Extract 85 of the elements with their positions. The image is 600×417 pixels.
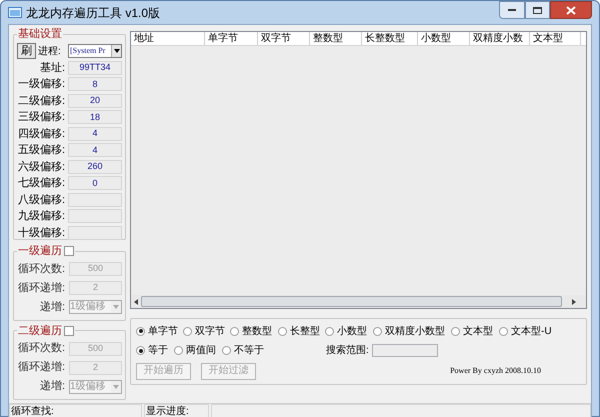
radio-button[interactable] <box>136 326 145 336</box>
group-title: 基础设置 <box>17 27 63 42</box>
field-label: 七级偏移: <box>17 176 65 191</box>
value-field[interactable]: 260 <box>68 160 122 174</box>
dropdown-value: [System Pr <box>69 47 106 55</box>
field-label: 基址: <box>38 60 65 76</box>
value-field[interactable]: 0 <box>68 176 122 190</box>
value-field[interactable]: 18 <box>68 110 122 124</box>
status-field: 显示进度: <box>144 404 209 417</box>
value-field[interactable] <box>68 209 122 224</box>
radio-label: 等于 <box>148 344 168 358</box>
field-label: 循环次数: <box>17 262 65 277</box>
app-icon <box>8 6 22 18</box>
dropdown-value: 1级偏移 <box>70 302 107 312</box>
radio-button[interactable] <box>451 326 460 336</box>
group-title: 一级遍历 <box>18 244 62 259</box>
field-label: 九级偏移: <box>17 209 65 224</box>
close-button[interactable] <box>550 1 592 19</box>
column-header[interactable]: 双字节 <box>258 32 310 45</box>
radio-label: 文本型-U <box>511 324 552 338</box>
minimize-button[interactable] <box>499 1 525 19</box>
field-label: 十级偏移: <box>17 226 65 240</box>
value-field[interactable] <box>68 192 122 207</box>
dropdown-value: 1级偏移 <box>70 382 107 392</box>
credit-text: Power By cxyzh 2008.10.10 <box>450 365 541 377</box>
radio-button[interactable] <box>325 326 334 336</box>
radio-label: 单字节 <box>148 324 178 338</box>
range-label: 搜索范围: <box>326 344 369 358</box>
group-title: 二级遍历 <box>18 324 62 338</box>
field-label: 循环次数: <box>17 341 65 356</box>
field-label: 二级偏移: <box>17 94 65 108</box>
field-label: 八级偏移: <box>17 192 65 208</box>
value-field[interactable]: 4 <box>68 126 122 141</box>
radio-label: 长整型 <box>290 324 320 338</box>
field-label: 循环递增: <box>17 360 65 376</box>
field-label: 递增: <box>38 378 65 394</box>
caret-icon <box>111 45 121 57</box>
radio-button[interactable] <box>230 326 239 336</box>
radio-label: 小数型 <box>337 324 367 338</box>
caret-icon <box>111 301 121 313</box>
range-field[interactable] <box>372 344 438 357</box>
column-header[interactable]: 单字节 <box>205 32 258 45</box>
field-label: 进程: <box>38 44 61 58</box>
radio-button[interactable] <box>373 326 382 336</box>
field-label: 四级偏移: <box>17 126 65 142</box>
checkbox[interactable] <box>64 246 74 256</box>
radio-button[interactable] <box>499 326 508 336</box>
caret-icon <box>111 380 121 392</box>
value-field[interactable]: 8 <box>68 77 122 92</box>
column-header[interactable]: 整数型 <box>310 32 362 45</box>
column-header[interactable]: 小数型 <box>418 32 470 45</box>
radio-label: 文本型 <box>463 324 493 338</box>
radio-label: 两值间 <box>186 344 216 358</box>
radio-button[interactable] <box>136 346 145 355</box>
radio-label: 双字节 <box>195 324 225 338</box>
column-header[interactable]: 长整数型 <box>362 32 418 45</box>
value-field[interactable]: 99TT34 <box>68 60 122 75</box>
value-field[interactable] <box>68 226 122 240</box>
scrollbar-thumb[interactable] <box>141 296 562 307</box>
radio-label: 整数型 <box>242 324 272 338</box>
field-label: 一级偏移: <box>17 77 65 92</box>
field-label: 递增: <box>38 300 65 315</box>
radio-button[interactable] <box>183 326 192 336</box>
radio-label: 不等于 <box>234 344 264 358</box>
radio-button[interactable] <box>174 346 183 355</box>
horizontal-scrollbar[interactable] <box>131 295 586 308</box>
value-field[interactable]: 4 <box>68 143 122 158</box>
close-icon <box>566 6 576 14</box>
field-label: 五级偏移: <box>17 143 65 158</box>
checkbox[interactable] <box>64 326 74 336</box>
value-field[interactable]: 20 <box>68 94 122 108</box>
process-dropdown[interactable]: [System Pr <box>68 44 122 58</box>
column-header[interactable]: 双精度小数 <box>470 32 530 45</box>
radio-button[interactable] <box>222 346 231 355</box>
field-label: 三级偏移: <box>17 110 65 125</box>
refresh-button[interactable]: 刷 <box>17 43 36 59</box>
column-header[interactable]: 文本型 <box>530 32 581 45</box>
maximize-button[interactable] <box>525 1 550 19</box>
window-title: 龙龙内存遍历工具 v1.0版 <box>26 4 160 22</box>
field-label: 六级偏移: <box>17 160 65 174</box>
field-label: 循环递增: <box>17 280 65 296</box>
radio-label: 双精度小数型 <box>385 324 445 338</box>
column-header[interactable]: 地址 <box>131 32 205 45</box>
status-field: 循环查找: <box>9 404 142 417</box>
radio-button[interactable] <box>278 326 287 336</box>
